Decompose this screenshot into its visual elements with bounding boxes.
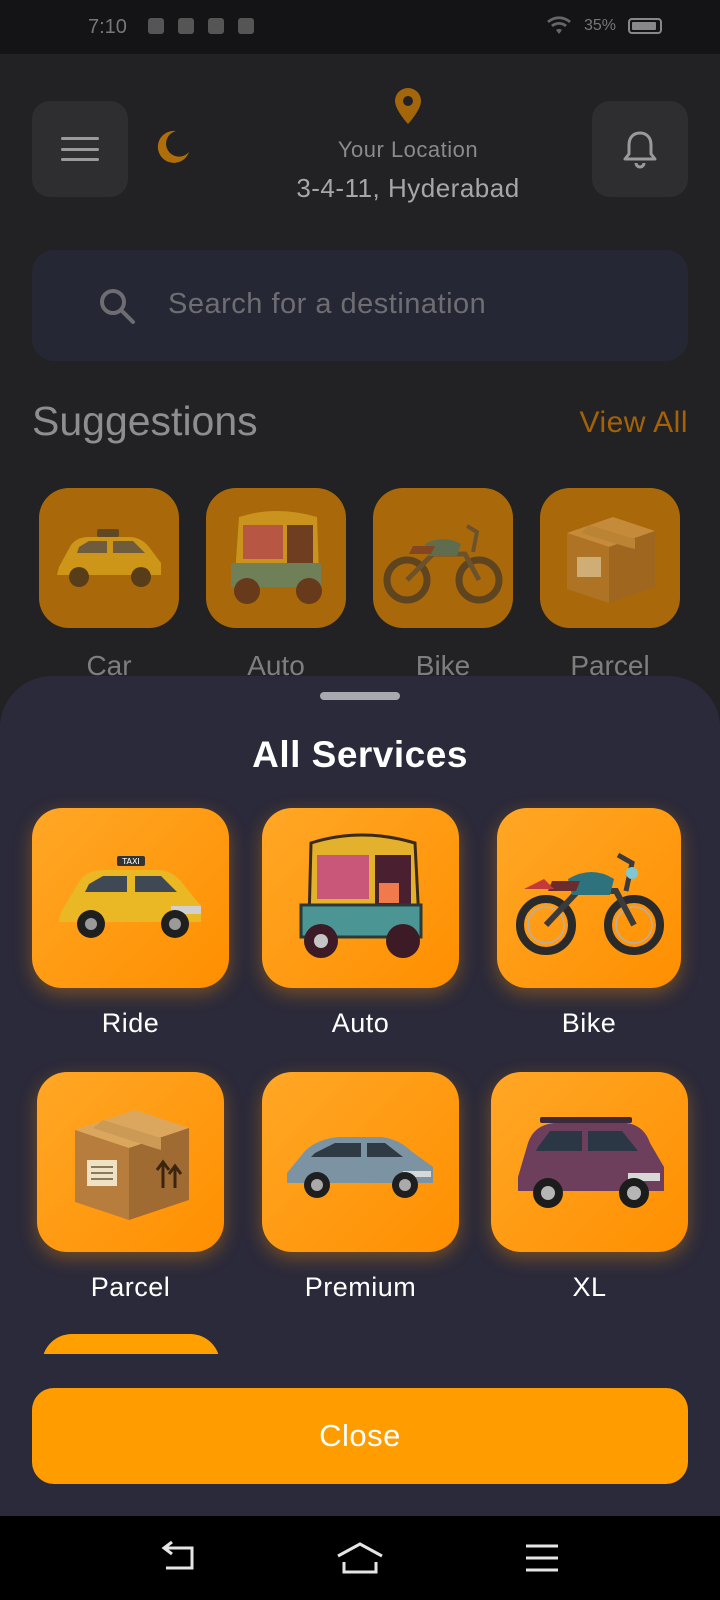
service-label: Parcel	[90, 1272, 171, 1302]
battery-icon	[628, 18, 662, 34]
service-xl[interactable]: XL	[491, 1072, 688, 1303]
parcel-box-icon	[37, 1072, 224, 1252]
sedan-car-icon	[262, 1072, 459, 1252]
location-address: 3-4-11, Hyderabad	[296, 173, 520, 203]
service-label: Auto	[331, 1008, 390, 1038]
hamburger-icon	[61, 137, 99, 161]
sheet-title: All Services	[252, 734, 468, 775]
bell-icon	[623, 131, 657, 169]
search-bar[interactable]: Search for a destination	[32, 250, 688, 361]
home-icon[interactable]	[336, 1540, 384, 1576]
close-button[interactable]: Close	[32, 1388, 688, 1484]
gallery-icon	[148, 18, 164, 34]
location-block[interactable]: Your Location 3-4-11, Hyderabad	[230, 88, 586, 204]
suggestion-parcel[interactable]: Parcel	[540, 488, 680, 682]
call-icon	[208, 18, 224, 34]
suv-car-icon	[491, 1072, 688, 1252]
battery-percent: 35%	[583, 17, 616, 34]
service-premium[interactable]: Premium	[262, 1072, 459, 1303]
service-label: Bike	[561, 1008, 617, 1038]
service-bike[interactable]: Bike	[497, 808, 681, 1039]
location-status-icon	[178, 18, 194, 34]
motorbike-icon	[497, 808, 681, 988]
instagram-icon	[238, 18, 254, 34]
service-parcel[interactable]: Parcel	[37, 1072, 224, 1303]
service-label: XL	[572, 1272, 607, 1302]
system-nav-bar	[0, 1516, 720, 1600]
wifi-icon	[546, 16, 571, 34]
moon-icon[interactable]	[154, 128, 192, 166]
svg-text:TAXI: TAXI	[121, 857, 140, 866]
service-tile-partial[interactable]	[42, 1334, 220, 1354]
view-all-link[interactable]: View All	[579, 406, 688, 440]
taxi-car-icon	[39, 488, 179, 628]
status-bar: 7:10 35%	[0, 0, 720, 54]
sheet-drag-handle[interactable]	[320, 692, 400, 700]
search-icon	[100, 289, 135, 324]
suggestions-title: Suggestions	[32, 398, 258, 444]
suggestion-bike[interactable]: Bike	[373, 488, 513, 682]
location-label: Your Location	[337, 137, 479, 162]
notifications-button[interactable]	[592, 101, 688, 197]
status-time: 7:10	[88, 16, 127, 38]
taxi-car-icon: TAXI	[32, 808, 229, 988]
search-placeholder: Search for a destination	[168, 288, 487, 320]
all-services-sheet: All Services TAXI Ride Auto Bike Parcel …	[0, 676, 720, 1516]
service-label: Ride	[101, 1008, 160, 1038]
service-ride[interactable]: TAXI Ride	[32, 808, 229, 1039]
location-pin-icon	[395, 88, 421, 124]
notification-icons	[148, 18, 254, 34]
motorbike-icon	[373, 488, 513, 628]
auto-rickshaw-icon	[206, 488, 346, 628]
suggestion-car[interactable]: Car	[39, 488, 179, 682]
service-auto[interactable]: Auto	[262, 808, 459, 1039]
recents-menu-icon[interactable]	[522, 1540, 562, 1576]
back-icon[interactable]	[158, 1540, 198, 1576]
service-label: Premium	[304, 1272, 417, 1302]
auto-rickshaw-icon	[262, 808, 459, 988]
menu-button[interactable]	[32, 101, 128, 197]
parcel-box-icon	[540, 488, 680, 628]
suggestion-auto[interactable]: Auto	[206, 488, 346, 682]
